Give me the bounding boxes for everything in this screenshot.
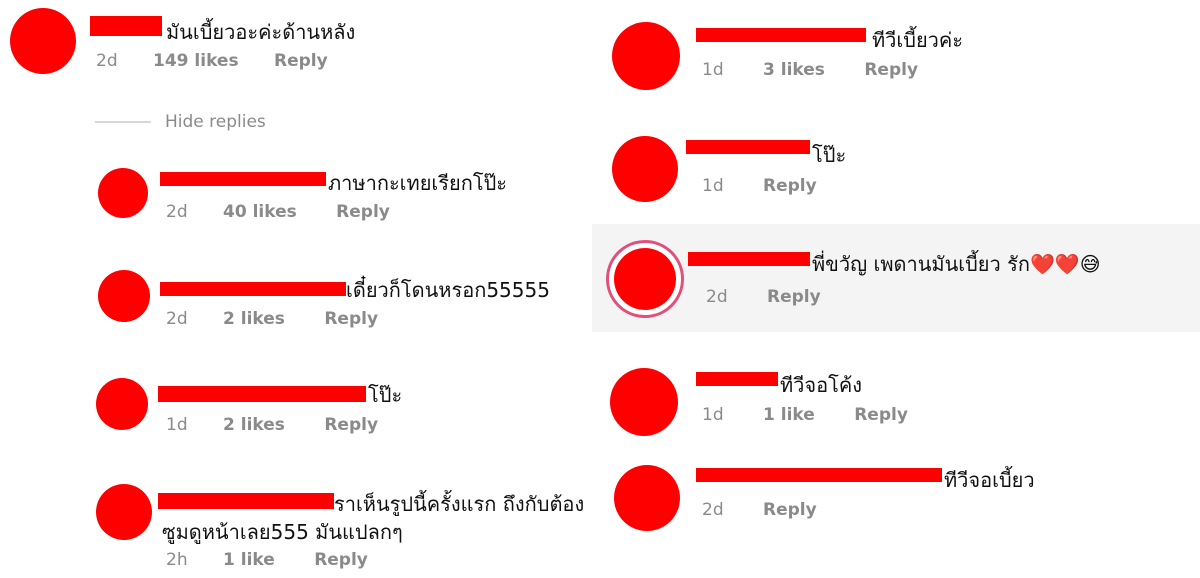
- avatar[interactable]: [98, 270, 150, 322]
- avatar[interactable]: [614, 465, 680, 531]
- comment-meta: 1d 1 like Reply: [702, 405, 908, 425]
- reply-button[interactable]: Reply: [324, 415, 378, 435]
- comment-text-body: พี่ขวัญ เพดานมันเบี้ยว รัก: [812, 252, 1030, 276]
- likes-count[interactable]: 40 likes: [223, 202, 297, 222]
- comment-text: ทีวีจอเบี้ยว: [944, 468, 1035, 492]
- comment-age: 1d: [702, 176, 724, 196]
- comment-text: มันเบี้ยวอะค่ะด้านหลัง: [166, 20, 356, 44]
- likes-count[interactable]: 149 likes: [153, 51, 239, 71]
- comment-meta: 1d 3 likes Reply: [702, 60, 918, 80]
- comment-meta: 2d 2 likes Reply: [166, 309, 378, 329]
- redacted-username: [160, 172, 326, 186]
- avatar[interactable]: [612, 22, 680, 90]
- redacted-username: [160, 282, 346, 296]
- comment-meta: 2d Reply: [702, 500, 817, 520]
- comment-age: 1d: [166, 415, 188, 435]
- reply-button[interactable]: Reply: [763, 176, 817, 196]
- comment-meta: 1d Reply: [702, 176, 817, 196]
- comment-text: ภาษากะเทยเรียกโป๊ะ: [328, 171, 508, 195]
- reply-button[interactable]: Reply: [274, 51, 328, 71]
- comment-text: พี่ขวัญ เพดานมันเบี้ยว รัก❤️❤️😅: [812, 248, 1101, 280]
- reply-button[interactable]: Reply: [336, 202, 390, 222]
- comment-text: ทีวีจอโค้ง: [780, 373, 863, 397]
- comment-meta: 1d 2 likes Reply: [166, 415, 378, 435]
- comment-text: โป๊ะ: [368, 383, 403, 407]
- avatar[interactable]: [612, 136, 678, 202]
- comment-age: 2d: [706, 287, 728, 307]
- comment-text: โป๊ะ: [812, 143, 847, 167]
- redacted-username: [686, 140, 810, 154]
- comment-text-continued: ซูมดูหน้าเลย555 มันแปลกๆ: [162, 520, 403, 544]
- comment-meta: 2d 149 likes Reply: [96, 51, 328, 71]
- comment-meta: 2d 40 likes Reply: [166, 202, 390, 222]
- reply-button[interactable]: Reply: [864, 60, 918, 80]
- comment-meta: 2d Reply: [706, 287, 821, 307]
- likes-count[interactable]: 2 likes: [223, 415, 285, 435]
- comment-age: 2d: [166, 309, 188, 329]
- redacted-username: [158, 493, 334, 509]
- likes-count[interactable]: 1 like: [223, 550, 275, 570]
- avatar[interactable]: [96, 378, 148, 430]
- heart-emoji: ❤️❤️😅: [1029, 252, 1101, 276]
- likes-count[interactable]: 2 likes: [223, 309, 285, 329]
- avatar[interactable]: [98, 168, 148, 218]
- avatar[interactable]: [610, 368, 678, 436]
- comment-meta: 2h 1 like Reply: [166, 550, 368, 570]
- comment-age: 2h: [166, 550, 188, 570]
- comment-text: ทีวีเบี้ยวค่ะ: [872, 28, 964, 52]
- redacted-username: [696, 372, 778, 386]
- likes-count[interactable]: 3 likes: [763, 60, 825, 80]
- reply-button[interactable]: Reply: [314, 550, 368, 570]
- avatar[interactable]: [614, 248, 676, 310]
- comment-age: 2d: [96, 51, 118, 71]
- comment-age: 2d: [166, 202, 188, 222]
- reply-button[interactable]: Reply: [763, 500, 817, 520]
- redacted-username: [696, 468, 942, 482]
- comment-age: 2d: [702, 500, 724, 520]
- reply-button[interactable]: Reply: [767, 287, 821, 307]
- comment-text: เดี๋ยวก็โดนหรอก55555: [346, 278, 550, 302]
- reply-button[interactable]: Reply: [324, 309, 378, 329]
- likes-count[interactable]: 1 like: [763, 405, 815, 425]
- redacted-username: [688, 252, 810, 266]
- redacted-username: [158, 386, 366, 402]
- hide-replies-divider: [95, 121, 151, 123]
- reply-button[interactable]: Reply: [854, 405, 908, 425]
- redacted-username: [90, 16, 162, 36]
- redacted-username: [696, 28, 866, 42]
- hide-replies-button[interactable]: Hide replies: [165, 112, 266, 132]
- comment-age: 1d: [702, 405, 724, 425]
- avatar[interactable]: [10, 8, 76, 74]
- comment-age: 1d: [702, 60, 724, 80]
- avatar[interactable]: [96, 484, 152, 540]
